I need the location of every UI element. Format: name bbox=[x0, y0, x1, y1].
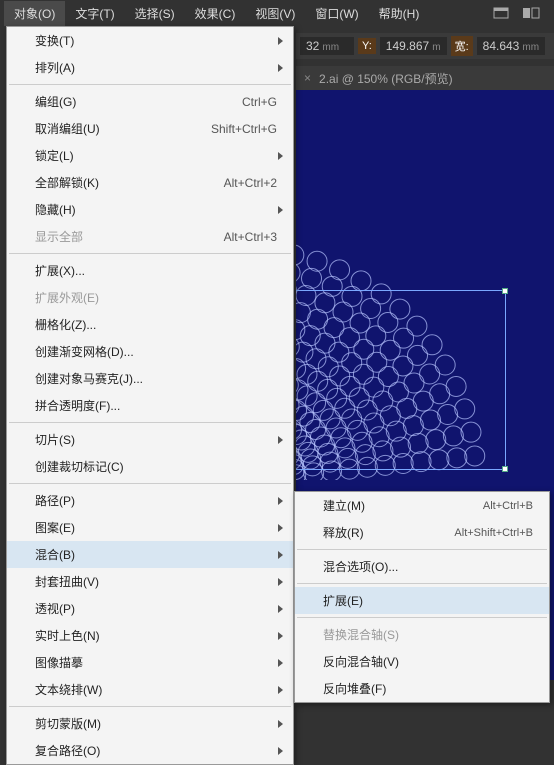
menu-item[interactable]: 剪切蒙版(M) bbox=[7, 710, 293, 737]
menubar-right-icons bbox=[490, 4, 550, 22]
menu-item[interactable]: 图案(E) bbox=[7, 514, 293, 541]
blend-submenu: 建立(M)Alt+Ctrl+B释放(R)Alt+Shift+Ctrl+B 混合选项… bbox=[294, 491, 550, 703]
object-menu-dropdown: 变换(T)排列(A) 编组(G)Ctrl+G取消编组(U)Shift+Ctrl+G… bbox=[6, 26, 294, 765]
menu-item[interactable]: 切片(S) bbox=[7, 426, 293, 453]
menu-item[interactable]: 锁定(L) bbox=[7, 142, 293, 169]
y-label: Y: bbox=[358, 38, 376, 54]
menubar: 对象(O) 文字(T) 选择(S) 效果(C) 视图(V) 窗口(W) 帮助(H… bbox=[0, 0, 554, 26]
submenu-item[interactable]: 扩展(E) bbox=[295, 587, 549, 614]
menu-item[interactable]: 封套扭曲(V) bbox=[7, 568, 293, 595]
menu-item: 显示全部Alt+Ctrl+3 bbox=[7, 223, 293, 250]
menu-item[interactable]: 变换(T) bbox=[7, 27, 293, 54]
menu-item[interactable]: 文本绕排(W) bbox=[7, 676, 293, 703]
menu-item[interactable]: 实时上色(N) bbox=[7, 622, 293, 649]
menu-item[interactable]: 创建渐变网格(D)... bbox=[7, 338, 293, 365]
w-label: 宽: bbox=[451, 36, 473, 56]
document-tabbar: × 2.ai @ 150% (RGB/预览) bbox=[296, 66, 554, 90]
selection-bounds bbox=[296, 290, 506, 470]
menu-item[interactable]: 路径(P) bbox=[7, 487, 293, 514]
submenu-item[interactable]: 建立(M)Alt+Ctrl+B bbox=[295, 492, 549, 519]
x-value[interactable]: 32 mm bbox=[300, 37, 354, 55]
submenu-item[interactable]: 混合选项(O)... bbox=[295, 553, 549, 580]
handle-br[interactable] bbox=[502, 466, 508, 472]
menu-item[interactable]: 创建裁切标记(C) bbox=[7, 453, 293, 480]
tab-title[interactable]: 2.ai @ 150% (RGB/预览) bbox=[319, 70, 453, 87]
tab-close-icon[interactable]: × bbox=[304, 71, 311, 85]
menu-item: 扩展外观(E) bbox=[7, 284, 293, 311]
menu-item[interactable]: 隐藏(H) bbox=[7, 196, 293, 223]
menu-item[interactable]: 复合路径(O) bbox=[7, 737, 293, 764]
handle-tr[interactable] bbox=[502, 288, 508, 294]
y-value[interactable]: 149.867 m bbox=[380, 37, 447, 55]
menu-effect[interactable]: 效果(C) bbox=[185, 1, 246, 26]
menu-item[interactable]: 混合(B) bbox=[7, 541, 293, 568]
menu-help[interactable]: 帮助(H) bbox=[369, 1, 430, 26]
menu-item[interactable]: 排列(A) bbox=[7, 54, 293, 81]
menu-view[interactable]: 视图(V) bbox=[245, 1, 305, 26]
workspace-icon[interactable] bbox=[490, 4, 512, 22]
submenu-item[interactable]: 释放(R)Alt+Shift+Ctrl+B bbox=[295, 519, 549, 546]
menu-item[interactable]: 编组(G)Ctrl+G bbox=[7, 88, 293, 115]
menu-item[interactable]: 栅格化(Z)... bbox=[7, 311, 293, 338]
menu-item[interactable]: 全部解锁(K)Alt+Ctrl+2 bbox=[7, 169, 293, 196]
submenu-item: 替换混合轴(S) bbox=[295, 621, 549, 648]
menu-object[interactable]: 对象(O) bbox=[4, 1, 65, 26]
arrange-icon[interactable] bbox=[520, 4, 542, 22]
menu-item[interactable]: 图像描摹 bbox=[7, 649, 293, 676]
menu-type[interactable]: 文字(T) bbox=[65, 1, 124, 26]
menu-item[interactable]: 透视(P) bbox=[7, 595, 293, 622]
coord-bar: 32 mm Y: 149.867 m 宽: 84.643 mm bbox=[296, 33, 554, 59]
submenu-item[interactable]: 反向堆叠(F) bbox=[295, 675, 549, 702]
menu-window[interactable]: 窗口(W) bbox=[305, 1, 368, 26]
menu-item[interactable]: 取消编组(U)Shift+Ctrl+G bbox=[7, 115, 293, 142]
submenu-item[interactable]: 反向混合轴(V) bbox=[295, 648, 549, 675]
menu-item[interactable]: 扩展(X)... bbox=[7, 257, 293, 284]
menu-select[interactable]: 选择(S) bbox=[125, 1, 185, 26]
menu-item[interactable]: 创建对象马赛克(J)... bbox=[7, 365, 293, 392]
w-value[interactable]: 84.643 mm bbox=[477, 37, 545, 55]
menu-item[interactable]: 拼合透明度(F)... bbox=[7, 392, 293, 419]
